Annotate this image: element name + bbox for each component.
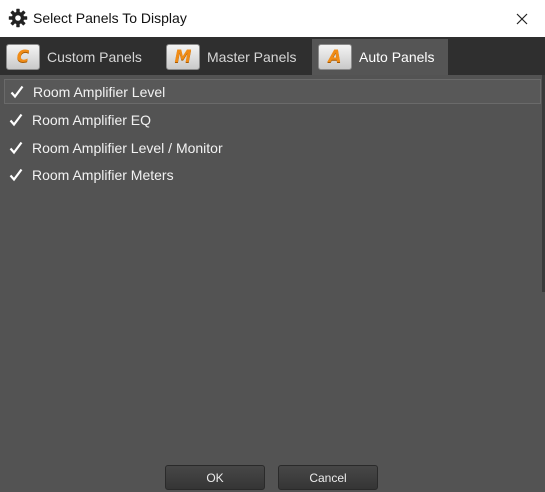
master-panels-badge-icon: M [166,44,200,70]
close-button[interactable] [499,0,545,37]
checkbox-checked-icon[interactable] [9,113,23,127]
checkbox-checked-icon[interactable] [9,141,23,155]
title-bar: Select Panels To Display [0,0,545,37]
custom-panels-badge-icon: C [6,44,40,70]
cancel-button[interactable]: Cancel [278,465,378,490]
panel-label: Room Amplifier Meters [32,167,174,184]
list-item[interactable]: Room Amplifier Meters [0,162,545,190]
auto-panels-badge-icon: A [318,44,352,70]
panel-label: Room Amplifier Level [33,83,166,100]
checkbox-checked-icon[interactable] [10,85,24,99]
tab-strip: C Custom Panels M Master Panels A Auto P… [0,37,545,75]
tab-custom-panels[interactable]: C Custom Panels [0,39,160,75]
checkbox-checked-icon[interactable] [9,168,23,182]
list-item[interactable]: Room Amplifier Level [4,79,541,104]
panel-label: Room Amplifier Level / Monitor [32,139,223,156]
tab-auto-panels[interactable]: A Auto Panels [312,39,448,75]
tab-master-panels[interactable]: M Master Panels [160,39,310,75]
tab-label: Auto Panels [359,49,435,65]
close-icon [516,13,528,24]
ok-button[interactable]: OK [165,465,265,490]
panel-list: Room Amplifier Level Room Amplifier EQ R… [0,79,545,189]
gear-icon [8,8,28,28]
tab-label: Custom Panels [47,49,142,65]
list-item[interactable]: Room Amplifier EQ [0,107,545,135]
tab-label: Master Panels [207,49,297,65]
window-title: Select Panels To Display [33,10,187,26]
list-item[interactable]: Room Amplifier Level / Monitor [0,134,545,162]
panel-label: Room Amplifier EQ [32,112,152,129]
dialog-body: C Custom Panels M Master Panels A Auto P… [0,37,545,492]
